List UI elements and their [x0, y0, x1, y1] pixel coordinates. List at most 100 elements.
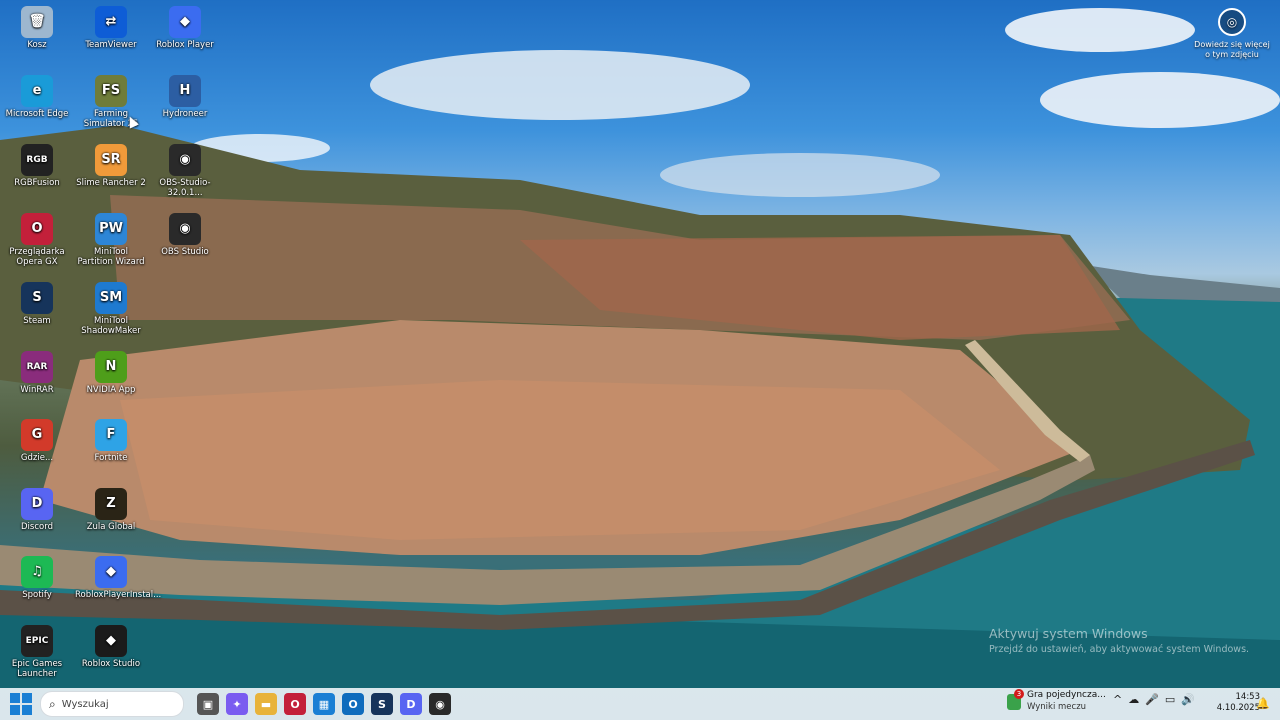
search-icon: ⌕ [49, 696, 56, 711]
camera-info-icon: ◎ [1218, 8, 1246, 36]
desktop-icon-label: Slime Rancher 2 [76, 178, 146, 188]
desktop-icon[interactable]: ◆ RobloxPlayerInstal... [75, 552, 161, 600]
trophy-icon: 3 [1007, 689, 1024, 710]
roblox-icon: ◆ [169, 6, 201, 38]
desktop-icon[interactable]: O Przeglądarka Opera GX [1, 209, 73, 267]
taskbar-discord-button[interactable]: D [400, 693, 422, 715]
desktop-icon-label: Fortnite [94, 453, 128, 463]
windows-logo-icon [10, 693, 20, 703]
desktop-icon-label: WinRAR [20, 385, 54, 395]
notification-badge: 3 [1014, 689, 1024, 699]
desktop-icon-label: Microsoft Edge [5, 109, 69, 119]
desktop-icon-label: OBS-Studio-32.0.1... [159, 178, 211, 198]
desktop-icon[interactable]: EPIC Epic Games Launcher [1, 621, 73, 679]
obs-icon: ◉ [435, 697, 445, 711]
steam-icon: S [378, 697, 386, 711]
edge-icon: e [21, 75, 53, 107]
watermark-subtitle: Przejdź do ustawień, aby aktywować syste… [989, 644, 1250, 655]
notification-subtitle: Wyniki meczu [1027, 702, 1087, 712]
desktop-icon[interactable]: RGB RGBFusion [1, 140, 73, 188]
teamviewer-icon: ⇄ [95, 6, 127, 38]
taskbar-obs-button[interactable]: ◉ [429, 693, 451, 715]
desktop-icon-label: MiniTool Partition Wizard [77, 247, 145, 267]
desktop-icon-label: Przeglądarka Opera GX [9, 247, 65, 267]
desktop-icon[interactable]: SR Slime Rancher 2 [75, 140, 147, 188]
desktop-icon[interactable]: PW MiniTool Partition Wizard [75, 209, 147, 267]
desktop-icon[interactable]: F Fortnite [75, 415, 147, 463]
desktop-icon[interactable]: ◉ OBS Studio [149, 209, 221, 257]
outlook-icon: O [348, 697, 358, 711]
desktop-icon-label: NVIDIA App [86, 385, 136, 395]
taskbar-copilot-button[interactable]: ✦ [226, 693, 248, 715]
network-icon[interactable]: ▭ [1165, 693, 1175, 706]
spotlight-info[interactable]: ◎ Dowiedz się więcej o tym zdjęciu [1192, 8, 1272, 60]
desktop-icon-label: Kosz [27, 40, 47, 50]
start-button[interactable] [10, 693, 32, 715]
roblox-installer-icon: ◆ [95, 556, 127, 588]
spotify-icon: ♫ [21, 556, 53, 588]
desktop-icon-label: Steam [23, 316, 51, 326]
desktop-icon-label: RGBFusion [14, 178, 60, 188]
roblox-studio-icon: ◆ [95, 625, 127, 657]
watermark-title: Aktywuj system Windows [989, 626, 1148, 641]
taskbar-outlook-button[interactable]: O [342, 693, 364, 715]
clock-date: 4.10.2025 [1216, 703, 1260, 713]
desktop-icon[interactable]: D Discord [1, 484, 73, 532]
taskbar-search[interactable]: ⌕ Wyszukaj [40, 691, 184, 717]
desktop-icon[interactable]: SM MiniTool ShadowMaker [75, 278, 147, 336]
copilot-icon: ✦ [232, 697, 242, 711]
desktop-icon-label: Epic Games Launcher [11, 659, 63, 679]
taskbar-clock[interactable]: 14:53 4.10.2025 [1208, 692, 1260, 714]
minitool-partition-icon: PW [95, 213, 127, 245]
desktop-icon[interactable]: ◉ OBS-Studio-32.0.1... [149, 140, 221, 198]
desktop-icon[interactable]: RAR WinRAR [1, 347, 73, 395]
desktop-icon[interactable]: S Steam [1, 278, 73, 326]
taskbar-microsoft-store-button[interactable]: ▦ [313, 693, 335, 715]
desktop-icon[interactable]: e Microsoft Edge [1, 71, 73, 119]
rgbfusion-icon: RGB [21, 144, 53, 176]
desktop-icon-label: Hydroneer [162, 109, 208, 119]
desktop-icon[interactable]: ♫ Spotify [1, 552, 73, 600]
notification-bell-icon[interactable]: 🔔 [1256, 697, 1270, 710]
volume-icon[interactable]: 🔊 [1181, 693, 1195, 706]
chrome-like-icon: G [21, 419, 53, 451]
desktop-icon-label: Roblox Studio [81, 659, 141, 669]
taskbar-steam-button[interactable]: S [371, 693, 393, 715]
desktop-icon-label: OBS Studio [161, 247, 209, 257]
desktop-icon-label: Spotify [22, 590, 52, 600]
desktop-icon-label: Roblox Player [156, 40, 214, 50]
nvidia-icon: N [95, 351, 127, 383]
task-view-icon: ▣ [202, 697, 214, 711]
clock-time: 14:53 [1235, 692, 1261, 702]
desktop-icon[interactable]: H Hydroneer [149, 71, 221, 119]
desktop-icon[interactable]: G Gdzie... [1, 415, 73, 463]
minitool-shadowmaker-icon: SM [95, 282, 127, 314]
obs-installer-icon: ◉ [169, 144, 201, 176]
taskbar-opera-gx-button[interactable]: O [284, 693, 306, 715]
desktop-icon-label: Zula Global [86, 522, 136, 532]
recycle-bin-icon: 🗑 [21, 6, 53, 38]
system-tray: ^ ☁ 🎤 ▭ 🔊 [1113, 693, 1195, 706]
desktop-icon[interactable]: Z Zula Global [75, 484, 147, 532]
fortnite-icon: F [95, 419, 127, 451]
desktop-icon[interactable]: ◆ Roblox Studio [75, 621, 147, 669]
chevron-up-icon[interactable]: ^ [1113, 693, 1122, 706]
opera-gx-icon: O [290, 697, 300, 711]
desktop-icon[interactable]: ⇄ TeamViewer [75, 2, 147, 50]
epic-games-icon: EPIC [21, 625, 53, 657]
obs-icon: ◉ [169, 213, 201, 245]
desktop-icon-label: Discord [21, 522, 53, 532]
hydroneer-icon: H [169, 75, 201, 107]
discord-icon: D [406, 697, 416, 711]
onedrive-cloud-icon[interactable]: ☁ [1128, 693, 1139, 706]
taskbar-file-explorer-button[interactable]: ▬ [255, 693, 277, 715]
desktop-icon[interactable]: 🗑 Kosz [1, 2, 73, 50]
taskbar-notification[interactable]: 3 Gra pojedyncza... Wyniki meczu [1007, 689, 1106, 712]
microphone-icon[interactable]: 🎤 [1145, 693, 1159, 706]
desktop-icon[interactable]: ◆ Roblox Player [149, 2, 221, 50]
desktop-icon[interactable]: N NVIDIA App [75, 347, 147, 395]
taskbar-task-view-button[interactable]: ▣ [197, 693, 219, 715]
activation-watermark: Aktywuj system Windows Przejdź do ustawi… [989, 626, 1249, 655]
spotlight-label: Dowiedz się więcej o tym zdjęciu [1194, 40, 1270, 59]
desktop-icon-label: MiniTool ShadowMaker [81, 316, 141, 336]
